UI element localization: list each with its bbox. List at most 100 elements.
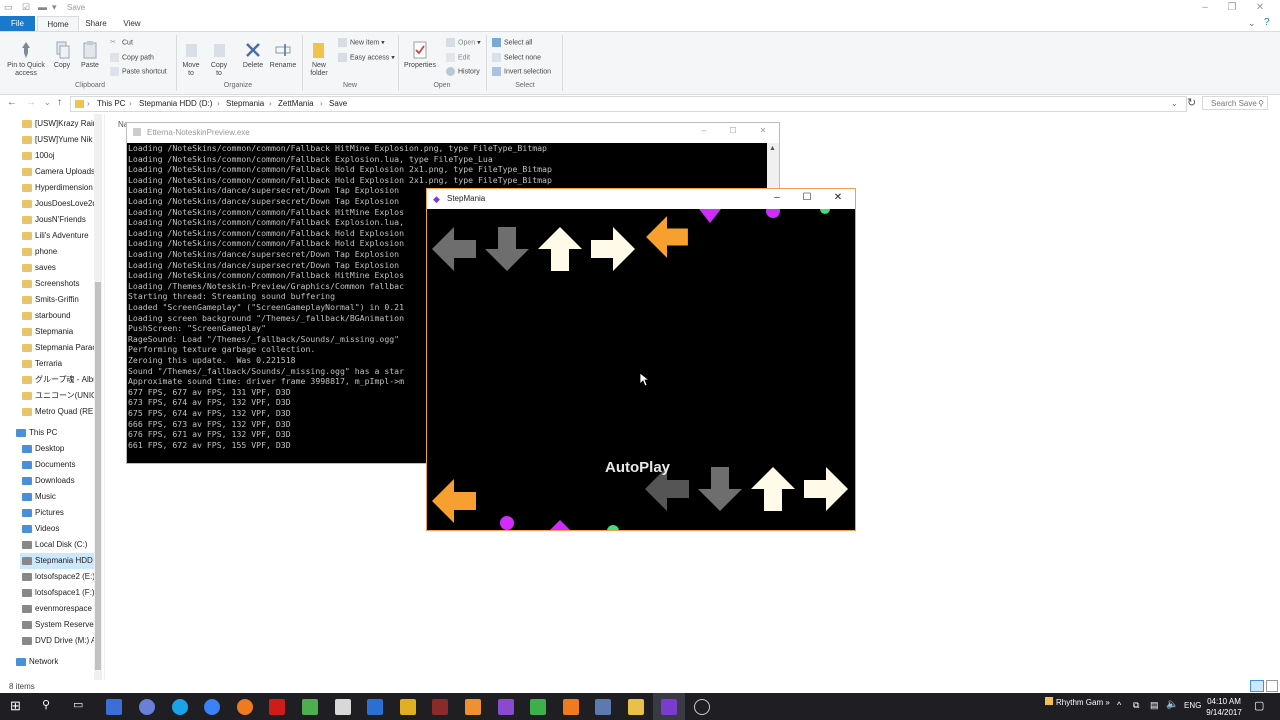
- console-title-bar[interactable]: Etterna-NoteskinPreview.exe – ☐ ✕: [127, 123, 779, 142]
- search-icon[interactable]: ⚲: [42, 698, 50, 711]
- nav-item-pc[interactable]: Videos: [22, 521, 94, 537]
- browser-icon[interactable]: [204, 699, 220, 715]
- cut-button[interactable]: ✂ Cut: [110, 38, 133, 47]
- refresh-icon[interactable]: ↻: [1187, 96, 1196, 109]
- netflix-icon[interactable]: [269, 699, 285, 715]
- nav-item-pc[interactable]: Documents: [22, 457, 94, 473]
- scroll-up-icon[interactable]: ▲: [769, 145, 776, 152]
- stepmania-taskbar-active[interactable]: [653, 693, 685, 720]
- address-bar[interactable]: › This PC › Stepmania HDD (D:) › Stepman…: [70, 96, 1187, 112]
- tray-icon[interactable]: ▤: [1150, 700, 1159, 711]
- address-dropdown-icon[interactable]: ⌄: [1171, 99, 1178, 108]
- stepmania-minimize-button[interactable]: –: [767, 192, 787, 203]
- copy-button[interactable]: Copy: [50, 40, 74, 70]
- nav-scrollbar[interactable]: [94, 114, 102, 680]
- nav-item-this-pc[interactable]: This PC: [16, 425, 88, 441]
- breadcrumb-save[interactable]: Save: [329, 99, 347, 108]
- search-input[interactable]: Search Save ⚲: [1202, 96, 1268, 110]
- select-none-button[interactable]: Select none: [492, 53, 541, 62]
- nav-item-folder[interactable]: Screenshots: [22, 276, 94, 292]
- console-maximize-button[interactable]: ☐: [723, 126, 743, 135]
- nav-item-pc[interactable]: evenmorespace: [22, 601, 94, 617]
- new-item-button[interactable]: New item ▾: [338, 38, 385, 47]
- app-icon[interactable]: [498, 699, 514, 715]
- nav-item-pc[interactable]: lotsofspace2 (E:): [22, 569, 94, 585]
- tab-share[interactable]: Share: [82, 16, 110, 31]
- cube-icon[interactable]: [335, 699, 351, 715]
- nav-item-folder[interactable]: Camera Uploads: [22, 164, 94, 180]
- app-icon[interactable]: [563, 699, 579, 715]
- rename-button[interactable]: Rename: [268, 40, 298, 70]
- tab-view[interactable]: View: [118, 16, 146, 31]
- stepmania-maximize-button[interactable]: ☐: [797, 192, 817, 203]
- notepad-icon[interactable]: [302, 699, 318, 715]
- app-icon[interactable]: [367, 699, 383, 715]
- nav-item-folder[interactable]: Smits-Griffin: [22, 292, 94, 308]
- file-explorer-icon[interactable]: [628, 699, 644, 715]
- nav-item-network[interactable]: Network: [16, 654, 88, 670]
- details-view-icon[interactable]: [1250, 680, 1264, 692]
- nav-item-pc[interactable]: DVD Drive (M:) A: [22, 633, 94, 649]
- nav-item-folder[interactable]: Hyperdimension: [22, 180, 94, 196]
- stepmania-title-bar[interactable]: ◆ StepMania – ☐ ✕: [427, 189, 855, 209]
- stepmania-close-button[interactable]: ✕: [828, 192, 848, 203]
- nav-scrollbar-thumb[interactable]: [95, 282, 101, 670]
- nav-item-pc[interactable]: Music: [22, 489, 94, 505]
- console-close-button[interactable]: ✕: [753, 126, 773, 135]
- breadcrumb-drive[interactable]: Stepmania HDD (D:): [139, 99, 212, 108]
- recent-chevron-icon[interactable]: ⌄: [44, 98, 51, 107]
- delete-button[interactable]: Delete: [240, 40, 266, 70]
- nav-item-folder[interactable]: saves: [22, 260, 94, 276]
- language-indicator[interactable]: ENG: [1184, 701, 1201, 710]
- expand-ribbon-icon[interactable]: ⌄: [1248, 18, 1256, 29]
- properties-button[interactable]: Properties: [402, 40, 438, 70]
- nav-item-folder[interactable]: [USW]Krazy Rain: [22, 116, 94, 132]
- nav-item-folder[interactable]: Terraria: [22, 356, 94, 372]
- nav-item-folder[interactable]: phone: [22, 244, 94, 260]
- network-tray-icon[interactable]: ⧉: [1133, 700, 1139, 711]
- breadcrumb-zettmania[interactable]: ZettMania: [278, 99, 314, 108]
- firefox-icon[interactable]: [237, 699, 253, 715]
- console-minimize-button[interactable]: –: [694, 126, 714, 135]
- edit-button[interactable]: Edit: [446, 53, 470, 62]
- paste-button[interactable]: Paste: [78, 40, 102, 70]
- properties-icon[interactable]: ☑: [22, 2, 30, 13]
- new-folder-icon[interactable]: ▬: [38, 2, 47, 12]
- nav-item-folder[interactable]: Stepmania Parac: [22, 340, 94, 356]
- maximize-button[interactable]: ❐: [1222, 2, 1242, 13]
- nav-item-pc[interactable]: Downloads: [22, 473, 94, 489]
- nav-item-pc[interactable]: System Reserved: [22, 617, 94, 633]
- discord-icon[interactable]: [139, 699, 155, 715]
- nav-item-pc[interactable]: Pictures: [22, 505, 94, 521]
- large-icons-view-icon[interactable]: [1266, 680, 1278, 692]
- stepmania-window[interactable]: ◆ StepMania – ☐ ✕ AutoPlay: [426, 188, 856, 531]
- select-all-button[interactable]: Select all: [492, 38, 532, 47]
- copy-to-button[interactable]: Copy to: [208, 40, 230, 78]
- copy-path-button[interactable]: Copy path: [110, 53, 154, 62]
- volume-icon[interactable]: 🔈: [1166, 699, 1178, 710]
- minimize-button[interactable]: –: [1195, 2, 1215, 13]
- app-icon[interactable]: [400, 699, 416, 715]
- easy-access-button[interactable]: Easy access ▾: [338, 53, 395, 62]
- nav-item-folder[interactable]: JousDoesLove2d: [22, 196, 94, 212]
- paste-shortcut-button[interactable]: Paste shortcut: [110, 67, 167, 76]
- app-icon[interactable]: [465, 699, 481, 715]
- invert-selection-button[interactable]: Invert selection: [492, 67, 551, 76]
- notifications-icon[interactable]: ▢: [1254, 699, 1264, 712]
- nav-item-pc[interactable]: Desktop: [22, 441, 94, 457]
- clock[interactable]: 04:10 AM 9/14/2017: [1200, 696, 1248, 718]
- nav-item-pc[interactable]: Stepmania HDD: [20, 553, 94, 569]
- nav-item-folder[interactable]: [USW]Yume Nik: [22, 132, 94, 148]
- customize-chevron-icon[interactable]: ▾: [52, 2, 57, 13]
- nav-item-folder[interactable]: Stepmania: [22, 324, 94, 340]
- nav-item-folder[interactable]: グループ魂 - Albu: [22, 372, 94, 388]
- back-arrow-icon[interactable]: ←: [7, 97, 17, 108]
- app-icon[interactable]: [530, 699, 546, 715]
- pin-quick-access-button[interactable]: Pin to Quick access: [4, 40, 48, 78]
- up-arrow-icon[interactable]: ↑: [57, 97, 62, 108]
- move-to-button[interactable]: Move to: [180, 40, 202, 78]
- nav-item-folder[interactable]: JousN'Friends: [22, 212, 94, 228]
- nav-item-folder[interactable]: starbound: [22, 308, 94, 324]
- taskbar-app-icon[interactable]: [106, 699, 122, 715]
- steam-icon[interactable]: [694, 699, 710, 715]
